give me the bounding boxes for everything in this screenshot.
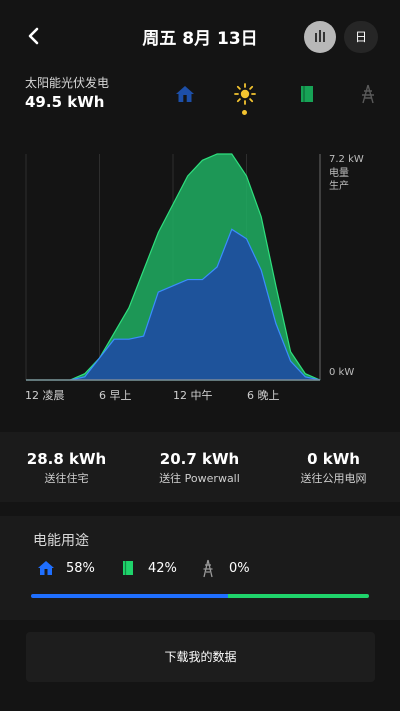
summary-value: 49.5 kWh [25, 93, 105, 111]
x-tick-label: 12 凌晨 [25, 389, 65, 402]
y-axis-caption: 电量 生产 [329, 168, 349, 192]
y-axis-min-label: 0 kW [329, 367, 355, 378]
usage-bar-powerwall [228, 594, 369, 598]
stat-home-label: 送往住宅 [44, 472, 89, 485]
usage-bar-home [31, 594, 228, 598]
y-axis-max-label: 7.2 kW [329, 154, 364, 165]
x-tick-label: 6 晚上 [247, 389, 280, 402]
stat-powerwall-value: 20.7 kWh [159, 450, 240, 468]
selected-indicator [242, 110, 247, 115]
powerwall-percent: 42% [148, 561, 177, 576]
stat-home-value: 28.8 kWh [26, 450, 107, 468]
home-percent: 58% [66, 561, 95, 576]
day-button[interactable]: 日 [344, 21, 378, 53]
page-title: 周五 8月 13日 [142, 29, 258, 49]
stat-grid-label: 送往公用电网 [300, 472, 367, 485]
grid-percent: 0% [229, 561, 250, 576]
home-icon[interactable] [173, 82, 197, 106]
x-tick-label: 6 早上 [99, 389, 132, 402]
home-icon [37, 559, 55, 577]
bar-chart-icon [315, 30, 325, 42]
usage-title: 电能用途 [33, 533, 89, 549]
grid-tower-icon[interactable] [356, 82, 380, 106]
x-tick-label: 12 中午 [173, 389, 213, 402]
chart-view-button[interactable] [304, 21, 336, 53]
powerwall-icon [119, 559, 137, 577]
stat-grid-value: 0 kWh [307, 450, 360, 468]
grid-tower-icon [199, 558, 217, 578]
sun-icon[interactable] [233, 82, 257, 106]
powerwall-icon[interactable] [295, 82, 319, 106]
summary-label: 太阳能光伏发电 [25, 76, 110, 90]
stat-powerwall-label: 送往 Powerwall [159, 472, 240, 485]
download-data-button[interactable]: 下载我的数据 [26, 632, 375, 682]
